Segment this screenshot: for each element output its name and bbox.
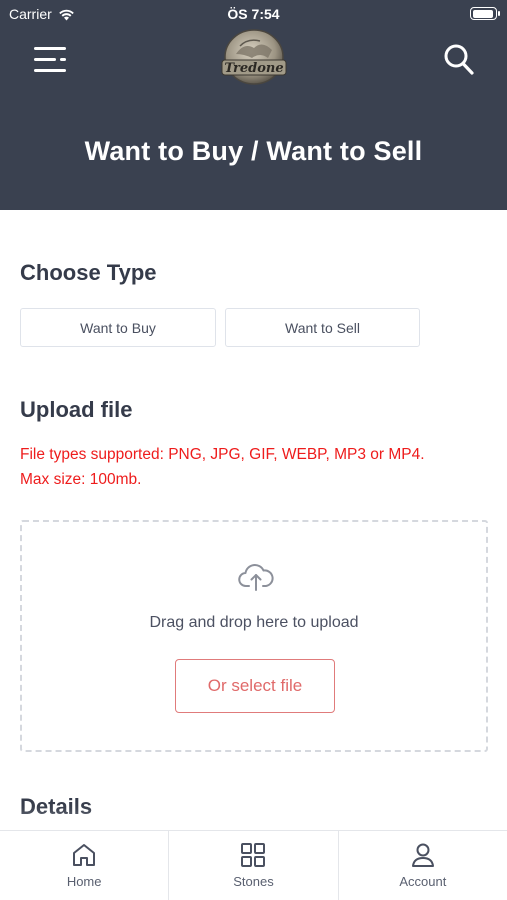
nav-item-home[interactable]: Home bbox=[0, 831, 168, 900]
details-title: Details bbox=[20, 794, 93, 819]
max-size-line: Max size: 100mb. bbox=[20, 471, 142, 488]
search-button[interactable] bbox=[441, 42, 477, 78]
select-file-button[interactable]: Or select file bbox=[175, 659, 335, 713]
nav-label-account: Account bbox=[399, 874, 447, 889]
user-icon bbox=[411, 843, 434, 867]
upload-dropzone[interactable]: Drag and drop here to upload Or select f… bbox=[20, 520, 488, 752]
choose-type-title: Choose Type bbox=[20, 260, 157, 285]
battery-icon bbox=[470, 7, 500, 20]
file-types-line: File types supported: PNG, JPG, GIF, WEB… bbox=[20, 446, 425, 463]
cloud-upload-icon bbox=[238, 564, 274, 591]
nav-item-stones[interactable]: Stones bbox=[168, 831, 337, 900]
file-types-note: File types supported: PNG, JPG, GIF, WEB… bbox=[20, 442, 425, 492]
nav-label-home: Home bbox=[66, 874, 102, 889]
grid-icon bbox=[241, 843, 266, 867]
search-icon bbox=[444, 44, 474, 75]
home-icon bbox=[73, 844, 96, 866]
upload-file-title: Upload file bbox=[20, 397, 133, 422]
want-to-sell-button[interactable]: Want to Sell bbox=[225, 308, 420, 347]
header-bar: Carrier ÖS 7:54 Tredone Want to Buy / Wa… bbox=[0, 0, 507, 210]
menu-button[interactable] bbox=[30, 42, 70, 78]
tredone-logo[interactable]: Tredone bbox=[218, 28, 290, 90]
nav-label-stones: Stones bbox=[233, 874, 274, 889]
status-time: ÖS 7:54 bbox=[227, 6, 280, 22]
menu-icon bbox=[34, 47, 66, 72]
status-bar: Carrier ÖS 7:54 bbox=[0, 0, 507, 28]
page-title: Want to Buy / Want to Sell bbox=[84, 136, 423, 166]
logo-text: Tredone bbox=[224, 61, 283, 76]
want-to-buy-button[interactable]: Want to Buy bbox=[20, 308, 216, 347]
drop-instructions: Drag and drop here to upload bbox=[149, 614, 359, 631]
bottom-nav: Home Stones Account bbox=[0, 830, 507, 900]
nav-item-account[interactable]: Account bbox=[337, 831, 507, 900]
